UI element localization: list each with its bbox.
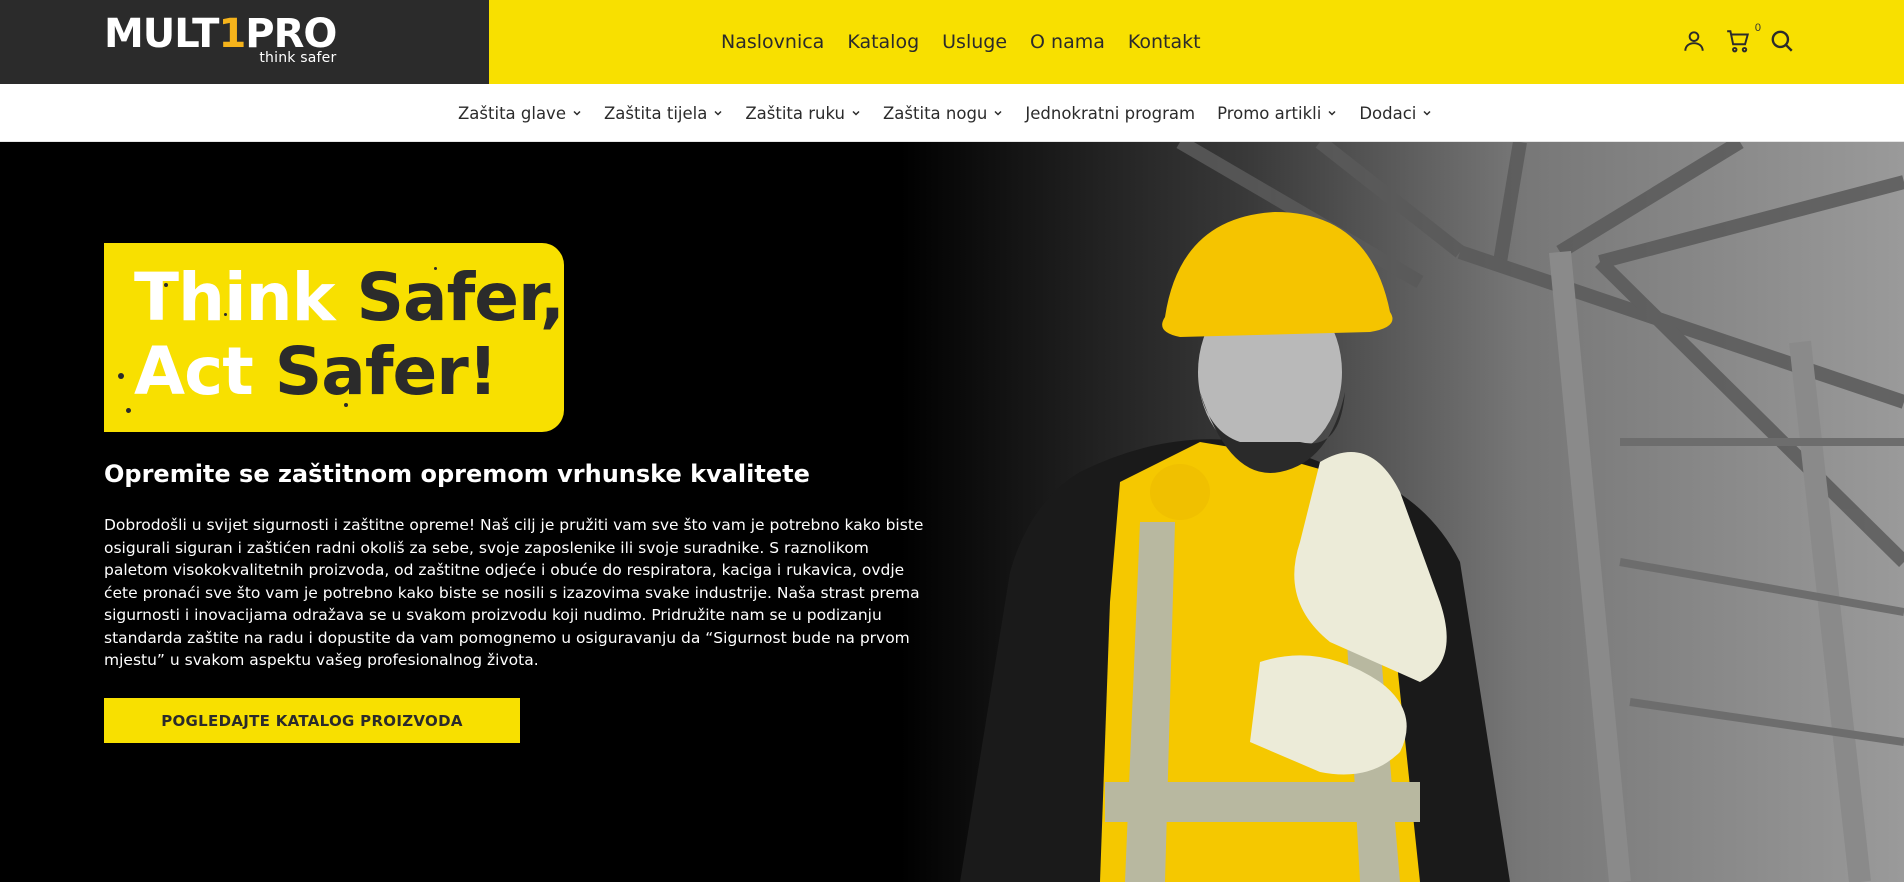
header-icons: 0	[1681, 22, 1795, 54]
chevron-down-icon	[852, 110, 860, 116]
nav-item-katalog[interactable]: Katalog	[847, 31, 919, 53]
category-label: Zaštita tijela	[603, 103, 708, 123]
header-nav-area: Naslovnica Katalog Usluge O nama Kontakt…	[489, 0, 1904, 84]
category-bar: Zaštita glave Zaštita tijela Zaštita ruk…	[0, 84, 1904, 142]
chevron-down-icon	[714, 110, 722, 116]
category-zastita-nogu[interactable]: Zaštita nogu	[883, 104, 1003, 123]
category-label: Zaštita ruku	[745, 103, 845, 123]
chevron-down-icon	[994, 110, 1002, 116]
nav-item-naslovnica[interactable]: Naslovnica	[721, 31, 824, 53]
catalog-cta-button[interactable]: POGLEDAJTE KATALOG PROIZVODA	[104, 698, 520, 743]
cart-button[interactable]: 0	[1725, 22, 1761, 54]
chevron-down-icon	[1423, 110, 1431, 116]
hero-title: Opremite se zaštitnom opremom vrhunske k…	[104, 460, 810, 488]
category-label: Zaštita nogu	[883, 103, 988, 123]
user-icon	[1684, 31, 1704, 51]
category-label: Promo artikli	[1217, 103, 1322, 123]
nav-item-usluge[interactable]: Usluge	[942, 31, 1007, 53]
nav-item-o-nama[interactable]: O nama	[1030, 31, 1105, 53]
category-jednokratni-program[interactable]: Jednokratni program	[1025, 104, 1195, 123]
category-zastita-tijela[interactable]: Zaštita tijela	[604, 104, 723, 123]
cart-count: 0	[1754, 22, 1761, 34]
hero-slogan: Think Safer, Act Safer!	[134, 259, 564, 410]
site-header: MULT1PRO think safer Naslovnica Katalog …	[0, 0, 1904, 84]
category-nav: Zaštita glave Zaštita tijela Zaštita ruk…	[458, 84, 1432, 142]
hero-slogan-badge: Think Safer, Act Safer!	[104, 243, 564, 432]
search-button[interactable]	[1769, 28, 1795, 54]
account-button[interactable]	[1681, 28, 1707, 54]
category-label: Zaštita glave	[458, 103, 566, 123]
search-icon	[1771, 30, 1793, 52]
nav-item-kontakt[interactable]: Kontakt	[1128, 31, 1201, 53]
worker-illustration	[960, 142, 1904, 882]
category-promo-artikli[interactable]: Promo artikli	[1217, 104, 1337, 123]
category-zastita-glave[interactable]: Zaštita glave	[458, 104, 582, 123]
chevron-down-icon	[573, 110, 581, 116]
hero-description: Dobrodošli u svijet sigurnosti i zaštitn…	[104, 516, 924, 669]
logo-tagline: think safer	[259, 50, 337, 66]
chevron-down-icon	[1328, 110, 1336, 116]
category-label: Dodaci	[1359, 103, 1417, 123]
category-label: Jednokratni program	[1025, 103, 1196, 123]
logo-wordmark: MULT1PRO	[104, 11, 337, 57]
cart-icon	[1727, 30, 1750, 53]
category-zastita-ruku[interactable]: Zaštita ruku	[745, 104, 861, 123]
hero-section: Think Safer, Act Safer! Opremite se zašt…	[0, 142, 1904, 882]
site-logo[interactable]: MULT1PRO think safer	[104, 11, 337, 66]
category-dodaci[interactable]: Dodaci	[1359, 104, 1432, 123]
hero-worker-image	[900, 142, 1904, 882]
main-nav: Naslovnica Katalog Usluge O nama Kontakt	[721, 0, 1201, 84]
logo-area: MULT1PRO think safer	[0, 0, 489, 84]
